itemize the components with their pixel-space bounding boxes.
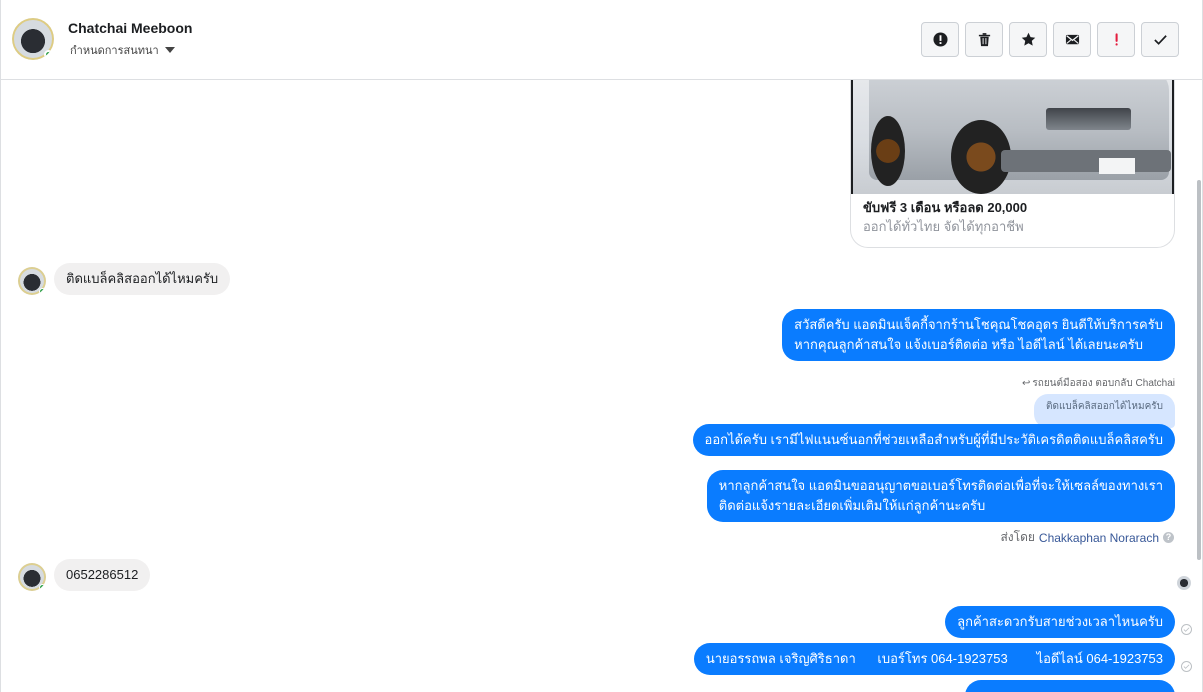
trash-icon xyxy=(978,33,990,47)
reply-indicator: ↩ รถยนต์มือสอง ตอบกลับ Chatchai xyxy=(1022,376,1175,391)
sender-avatar xyxy=(18,563,46,591)
conversation-toolbar xyxy=(921,22,1179,57)
message-line: หากคุณลูกค้าสนใจ แจ้งเบอร์ติดต่อ หรือ ไอ… xyxy=(794,337,1144,352)
stage-label: กำหนดการสนทนา xyxy=(70,45,159,57)
follow-up-button[interactable] xyxy=(1097,22,1135,57)
delivered-check-icon xyxy=(1181,624,1192,635)
message-line: หากลูกค้าสนใจ แอดมินขออนุญาตขอเบอร์โทรติ… xyxy=(718,478,1163,493)
outgoing-message-partial xyxy=(965,680,1175,692)
delivered-check-icon xyxy=(1181,661,1192,672)
star-button[interactable] xyxy=(1009,22,1047,57)
check-icon xyxy=(1153,35,1167,45)
mark-unread-button[interactable] xyxy=(1053,22,1091,57)
incoming-message: 0652286512 xyxy=(54,559,151,591)
contact-name[interactable]: Chatchai Meeboon xyxy=(68,20,192,36)
star-icon xyxy=(1021,32,1035,46)
thread-scrollbar[interactable] xyxy=(1197,180,1201,560)
reply-meta-text: รถยนต์มือสอง ตอบกลับ Chatchai xyxy=(1032,378,1175,389)
ad-car-image xyxy=(851,80,1174,194)
online-status-dot xyxy=(44,50,53,59)
conversation-stage-dropdown[interactable]: กำหนดการสนทนา xyxy=(70,41,175,59)
caret-down-icon xyxy=(164,47,175,53)
quoted-message[interactable]: ติดแบล็คลิสออกได้ไหมครับ xyxy=(1033,394,1175,428)
exclamation-icon xyxy=(1115,33,1118,46)
conversation-header: Chatchai Meeboon กำหนดการสนทนา xyxy=(1,0,1202,80)
read-receipt-avatar xyxy=(1177,576,1191,590)
ad-preview-card[interactable]: ขับฟรี 3 เดือน หรือลด 20,000 ออกได้ทั่วไ… xyxy=(850,80,1175,248)
sent-by-prefix: ส่งโดย xyxy=(1000,530,1035,544)
incoming-message: ติดแบล็คลิสออกได้ไหมครับ xyxy=(54,263,231,295)
ad-title: ขับฟรี 3 เดือน หรือลด 20,000 xyxy=(863,200,1028,215)
message-line: ติดต่อแจ้งรายละเอียดเพิ่มเติมให้แก่ลูกค้… xyxy=(718,498,986,513)
outgoing-message: สวัสดีครับ แอดมินแจ็คกี้จากร้านโชคุณโชคอ… xyxy=(782,309,1175,361)
ad-subtitle: ออกได้ทั่วไทย จัดได้ทุกอาชีพ xyxy=(863,219,1024,234)
delete-button[interactable] xyxy=(965,22,1003,57)
inbox-conversation-panel: Chatchai Meeboon กำหนดการสนทนา ขับฟรี 3 … xyxy=(0,0,1203,692)
envelope-icon xyxy=(1065,34,1079,45)
contact-avatar[interactable] xyxy=(12,18,54,60)
help-icon[interactable]: ? xyxy=(1163,532,1174,543)
outgoing-message: ลูกค้าสะดวกรับสายช่วงเวลาไหนครับ xyxy=(945,606,1175,638)
sent-by-label: ส่งโดย Chakkaphan Norarach ? xyxy=(1000,528,1174,547)
outgoing-message: นายอรรถพล เจริญศิริธาดา เบอร์โทร 064-192… xyxy=(693,643,1175,675)
outgoing-message: หากลูกค้าสนใจ แอดมินขออนุญาตขอเบอร์โทรติ… xyxy=(706,470,1175,522)
reply-arrow-icon: ↩ xyxy=(1022,378,1031,389)
message-thread[interactable]: ขับฟรี 3 เดือน หรือลด 20,000 ออกได้ทั่วไ… xyxy=(1,80,1202,692)
sender-avatar xyxy=(18,267,46,295)
mark-done-button[interactable] xyxy=(1141,22,1179,57)
outgoing-message: ออกได้ครับ เรามีไฟแนนซ์นอกที่ช่วยเหลือสำ… xyxy=(692,424,1175,456)
message-line: สวัสดีครับ แอดมินแจ็คกี้จากร้านโชคุณโชคอ… xyxy=(794,317,1163,332)
alert-circle-icon xyxy=(932,32,948,47)
report-spam-button[interactable] xyxy=(921,22,959,57)
agent-name-link[interactable]: Chakkaphan Norarach xyxy=(1039,531,1159,545)
